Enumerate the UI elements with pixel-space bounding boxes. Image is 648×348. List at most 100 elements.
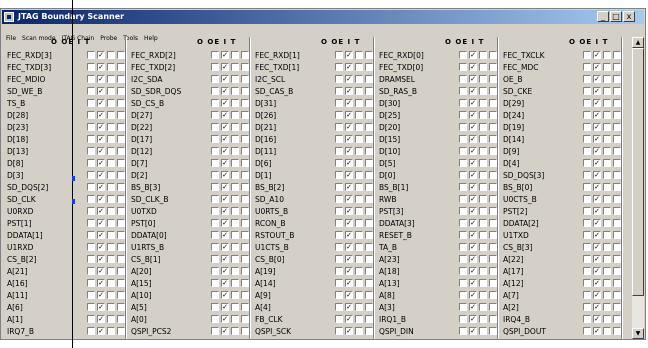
checkbox-t[interactable]	[241, 231, 249, 239]
checkbox-oe[interactable]: ✓	[97, 207, 105, 215]
checkbox-oe[interactable]: ✓	[221, 183, 229, 191]
checkbox-oe[interactable]: ✓	[345, 51, 353, 59]
checkbox-t[interactable]	[241, 267, 249, 275]
checkbox-oe[interactable]: ✓	[345, 327, 353, 335]
checkbox-o[interactable]	[211, 135, 219, 143]
checkbox-i[interactable]	[355, 255, 363, 263]
checkbox-o[interactable]	[87, 87, 95, 95]
checkbox-i[interactable]	[231, 291, 239, 299]
checkbox-o[interactable]	[335, 195, 343, 203]
checkbox-t[interactable]	[365, 135, 373, 143]
checkbox-i[interactable]	[479, 207, 487, 215]
checkbox-oe[interactable]: ✓	[593, 135, 601, 143]
checkbox-i[interactable]	[231, 279, 239, 287]
checkbox-i[interactable]	[107, 87, 115, 95]
checkbox-t[interactable]	[613, 291, 621, 299]
checkbox-oe[interactable]: ✓	[593, 171, 601, 179]
checkbox-t[interactable]	[241, 63, 249, 71]
checkbox-t[interactable]	[241, 99, 249, 107]
checkbox-o[interactable]	[87, 231, 95, 239]
checkbox-t[interactable]	[613, 159, 621, 167]
checkbox-o[interactable]	[335, 159, 343, 167]
checkbox-i[interactable]	[355, 315, 363, 323]
checkbox-i[interactable]	[231, 111, 239, 119]
checkbox-o[interactable]	[211, 243, 219, 251]
checkbox-oe[interactable]: ✓	[593, 219, 601, 227]
checkbox-t[interactable]	[489, 207, 497, 215]
checkbox-i[interactable]	[479, 159, 487, 167]
checkbox-t[interactable]	[241, 171, 249, 179]
checkbox-o[interactable]	[211, 255, 219, 263]
checkbox-o[interactable]	[335, 51, 343, 59]
checkbox-o[interactable]	[459, 111, 467, 119]
checkbox-i[interactable]	[231, 123, 239, 131]
checkbox-oe[interactable]: ✓	[593, 267, 601, 275]
checkbox-o[interactable]	[87, 195, 95, 203]
checkbox-i[interactable]	[479, 195, 487, 203]
checkbox-i[interactable]	[107, 327, 115, 335]
checkbox-t[interactable]	[241, 195, 249, 203]
checkbox-o[interactable]	[87, 135, 95, 143]
checkbox-o[interactable]	[583, 111, 591, 119]
checkbox-t[interactable]	[117, 123, 125, 131]
checkbox-o[interactable]	[459, 303, 467, 311]
checkbox-o[interactable]	[583, 255, 591, 263]
checkbox-o[interactable]	[583, 87, 591, 95]
checkbox-i[interactable]	[355, 111, 363, 119]
checkbox-oe[interactable]: ✓	[221, 87, 229, 95]
checkbox-t[interactable]	[365, 279, 373, 287]
checkbox-i[interactable]	[355, 51, 363, 59]
checkbox-oe[interactable]: ✓	[221, 63, 229, 71]
checkbox-oe[interactable]: ✓	[593, 51, 601, 59]
checkbox-oe[interactable]: ✓	[593, 327, 601, 335]
checkbox-oe[interactable]: ✓	[469, 183, 477, 191]
checkbox-t[interactable]	[117, 219, 125, 227]
checkbox-i[interactable]	[231, 255, 239, 263]
checkbox-o[interactable]	[583, 267, 591, 275]
checkbox-o[interactable]	[211, 279, 219, 287]
checkbox-i[interactable]	[355, 291, 363, 299]
checkbox-i[interactable]	[479, 279, 487, 287]
checkbox-oe[interactable]: ✓	[221, 147, 229, 155]
checkbox-o[interactable]	[87, 123, 95, 131]
checkbox-o[interactable]	[211, 315, 219, 323]
checkbox-oe[interactable]: ✓	[593, 255, 601, 263]
checkbox-oe[interactable]: ✓	[469, 111, 477, 119]
checkbox-o[interactable]	[87, 303, 95, 311]
checkbox-oe[interactable]: ✓	[221, 255, 229, 263]
checkbox-o[interactable]	[87, 99, 95, 107]
checkbox-oe[interactable]: ✓	[221, 135, 229, 143]
checkbox-o[interactable]	[583, 51, 591, 59]
checkbox-o[interactable]	[87, 255, 95, 263]
checkbox-i[interactable]	[355, 195, 363, 203]
checkbox-t[interactable]	[365, 159, 373, 167]
checkbox-i[interactable]	[479, 135, 487, 143]
checkbox-oe[interactable]: ✓	[345, 123, 353, 131]
checkbox-o[interactable]	[583, 147, 591, 155]
checkbox-i[interactable]	[231, 195, 239, 203]
checkbox-t[interactable]	[489, 267, 497, 275]
checkbox-o[interactable]	[583, 207, 591, 215]
checkbox-i[interactable]	[231, 219, 239, 227]
checkbox-t[interactable]	[613, 255, 621, 263]
checkbox-i[interactable]	[603, 267, 611, 275]
checkbox-o[interactable]	[335, 279, 343, 287]
checkbox-oe[interactable]: ✓	[469, 243, 477, 251]
checkbox-oe[interactable]: ✓	[221, 75, 229, 83]
checkbox-oe[interactable]: ✓	[97, 195, 105, 203]
checkbox-oe[interactable]: ✓	[97, 135, 105, 143]
checkbox-i[interactable]	[107, 135, 115, 143]
checkbox-o[interactable]	[583, 243, 591, 251]
checkbox-o[interactable]	[211, 75, 219, 83]
checkbox-oe[interactable]: ✓	[221, 279, 229, 287]
checkbox-i[interactable]	[355, 171, 363, 179]
checkbox-oe[interactable]: ✓	[345, 219, 353, 227]
checkbox-o[interactable]	[583, 315, 591, 323]
checkbox-oe[interactable]: ✓	[593, 291, 601, 299]
checkbox-t[interactable]	[241, 303, 249, 311]
checkbox-i[interactable]	[479, 111, 487, 119]
checkbox-i[interactable]	[355, 303, 363, 311]
checkbox-i[interactable]	[603, 255, 611, 263]
checkbox-i[interactable]	[355, 267, 363, 275]
checkbox-o[interactable]	[583, 63, 591, 71]
